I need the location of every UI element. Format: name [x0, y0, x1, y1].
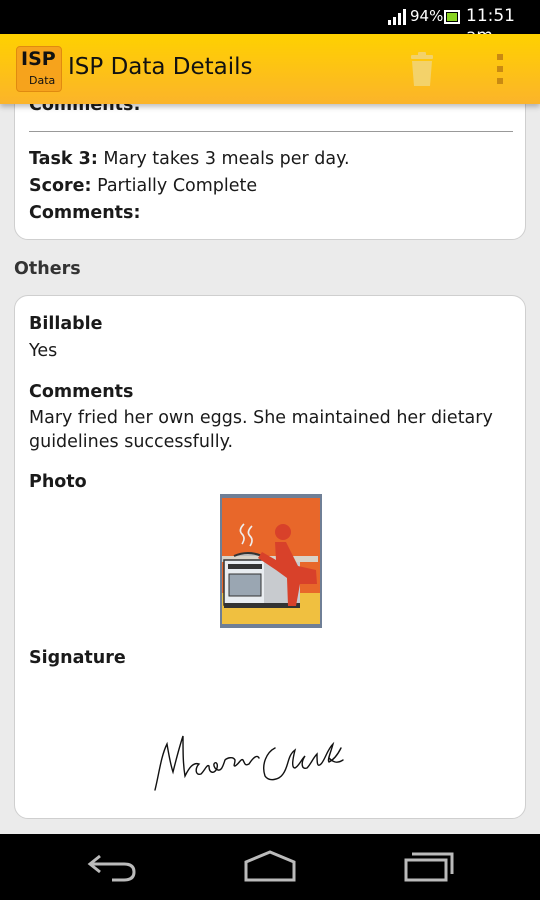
content-scroll[interactable]: Comments: Task 3: Mary takes 3 meals per…: [0, 104, 540, 834]
tasks-card: Comments: Task 3: Mary takes 3 meals per…: [14, 104, 526, 240]
others-card: Billable Yes Comments Mary fried her own…: [14, 295, 526, 819]
action-bar: ISP Data ISP Data Details: [0, 34, 540, 104]
recent-apps-icon[interactable]: [398, 848, 458, 884]
logo-text-isp: ISP: [21, 48, 56, 70]
overflow-menu-icon[interactable]: [484, 50, 514, 88]
home-icon[interactable]: [240, 848, 300, 884]
billable-value: Yes: [29, 341, 58, 361]
task3-line: Task 3: Mary takes 3 meals per day.: [29, 149, 350, 169]
comments-line-1: Mary fried her own eggs. She maintained …: [29, 408, 493, 428]
score-label: Score:: [29, 176, 92, 196]
signal-icon: [388, 9, 406, 25]
trash-icon[interactable]: [400, 48, 444, 90]
battery-icon: [444, 10, 460, 24]
prev-comments-label: Comments:: [29, 104, 141, 115]
comments-line-2: guidelines successfully.: [29, 432, 234, 452]
app-logo[interactable]: ISP Data: [16, 46, 62, 92]
others-section-title: Others: [14, 259, 81, 279]
status-bar: 94% 11:51 am: [0, 0, 540, 46]
comments-label: Comments: [29, 382, 134, 402]
cooking-photo[interactable]: [220, 494, 322, 628]
task3-comments-label: Comments:: [29, 203, 141, 223]
task-divider: [29, 131, 513, 132]
navigation-bar: [0, 834, 540, 900]
score-line: Score: Partially Complete: [29, 176, 257, 196]
task3-text: Mary takes 3 meals per day.: [97, 149, 350, 169]
signature-image: [154, 735, 344, 791]
signature-label: Signature: [29, 648, 126, 668]
back-icon[interactable]: [82, 848, 142, 884]
battery-percent: 94%: [410, 7, 444, 25]
score-value: Partially Complete: [91, 176, 258, 196]
task3-label: Task 3:: [29, 149, 98, 169]
logo-text-data: Data: [29, 74, 56, 87]
photo-label: Photo: [29, 472, 87, 492]
page-title: ISP Data Details: [68, 54, 253, 80]
billable-label: Billable: [29, 314, 103, 334]
